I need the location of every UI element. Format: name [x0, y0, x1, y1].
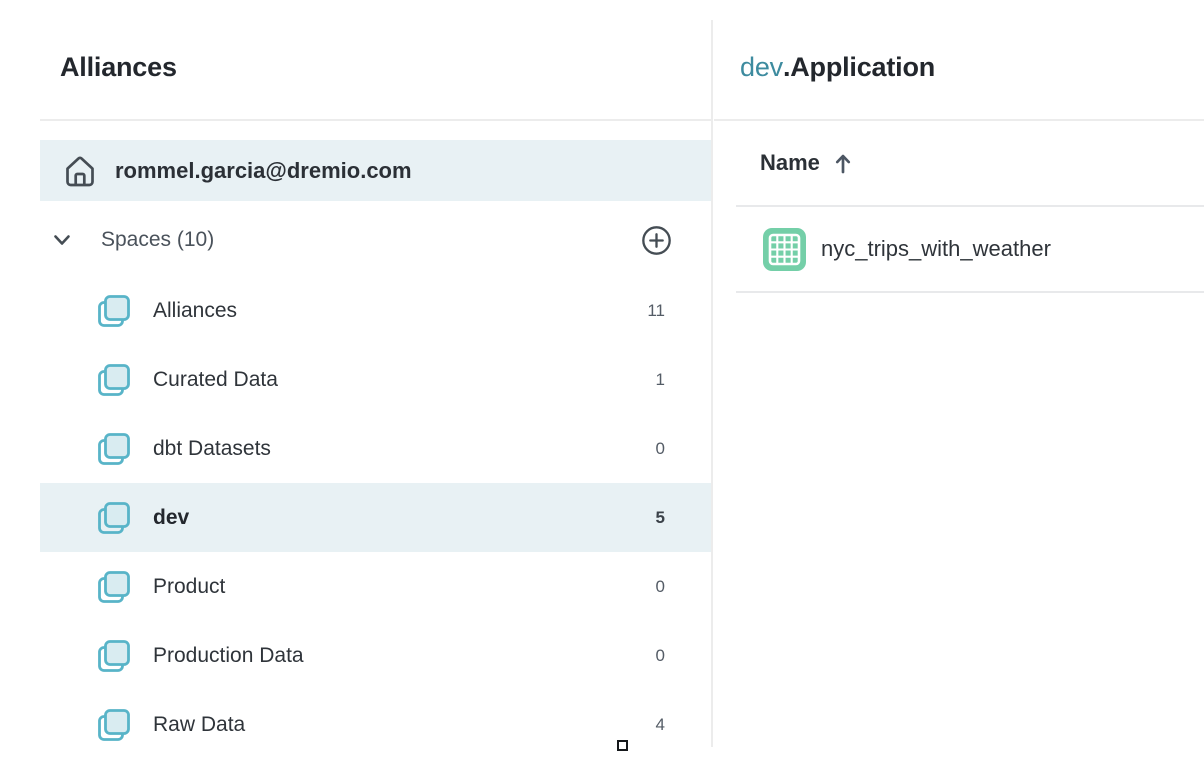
- space-item-label: dbt Datasets: [153, 437, 635, 461]
- space-item-label: Production Data: [153, 644, 635, 668]
- sidebar-item-alliances[interactable]: Alliances 11: [40, 276, 712, 345]
- space-icon: [94, 498, 134, 538]
- add-space-button[interactable]: [641, 225, 672, 256]
- catalog-sidebar: Alliances rommel.garcia@dremio.com Space…: [0, 0, 712, 770]
- column-header-name[interactable]: Name: [714, 121, 1204, 205]
- page-title: Alliances: [0, 0, 712, 84]
- sidebar-item-product[interactable]: Product 0: [40, 552, 712, 621]
- space-item-count: 4: [635, 715, 665, 735]
- table-row[interactable]: nyc_trips_with_weather: [714, 207, 1204, 291]
- breadcrumb: dev.Application: [714, 0, 1204, 84]
- space-item-label: Curated Data: [153, 368, 635, 392]
- panel-divider: [711, 20, 713, 747]
- space-icon: [94, 429, 134, 469]
- space-item-count: 11: [635, 301, 665, 321]
- space-item-count: 0: [635, 646, 665, 666]
- sidebar-item-home[interactable]: rommel.garcia@dremio.com: [40, 140, 712, 201]
- space-icon: [94, 360, 134, 400]
- artifact-square: [617, 740, 628, 751]
- spaces-list: Alliances 11 Curated Data 1 dbt Datasets…: [0, 276, 712, 759]
- breadcrumb-space-link[interactable]: dev: [740, 52, 783, 82]
- space-item-count: 0: [635, 439, 665, 459]
- chevron-down-icon[interactable]: [50, 228, 74, 252]
- sidebar-section-spaces[interactable]: Spaces (10): [40, 210, 712, 270]
- space-item-label: Raw Data: [153, 713, 635, 737]
- space-item-count: 5: [635, 508, 665, 528]
- dataset-name: nyc_trips_with_weather: [821, 236, 1051, 262]
- space-item-label: dev: [153, 506, 635, 530]
- space-icon: [94, 705, 134, 745]
- column-header-label: Name: [760, 150, 820, 176]
- arrow-up-icon: [833, 152, 853, 175]
- space-item-count: 0: [635, 577, 665, 597]
- sidebar-item-raw-data[interactable]: Raw Data 4: [40, 690, 712, 759]
- space-item-label: Alliances: [153, 299, 635, 323]
- sidebar-item-production-data[interactable]: Production Data 0: [40, 621, 712, 690]
- space-icon: [94, 567, 134, 607]
- space-item-label: Product: [153, 575, 635, 599]
- plus-circle-icon: [641, 225, 672, 256]
- table-icon: [762, 227, 807, 272]
- space-icon: [94, 636, 134, 676]
- spaces-section-label: Spaces (10): [101, 228, 641, 252]
- sidebar-item-curated-data[interactable]: Curated Data 1: [40, 345, 712, 414]
- space-icon: [94, 291, 134, 331]
- dataset-list-panel: dev.Application Name nyc_trips_with_weat…: [714, 0, 1204, 770]
- sidebar-item-home-label: rommel.garcia@dremio.com: [115, 158, 412, 184]
- sidebar-item-dbt-datasets[interactable]: dbt Datasets 0: [40, 414, 712, 483]
- sidebar-item-dev[interactable]: dev 5: [40, 483, 712, 552]
- home-icon: [60, 151, 100, 191]
- divider: [736, 291, 1204, 293]
- breadcrumb-current: .Application: [783, 52, 935, 82]
- space-item-count: 1: [635, 370, 665, 390]
- divider: [40, 119, 712, 121]
